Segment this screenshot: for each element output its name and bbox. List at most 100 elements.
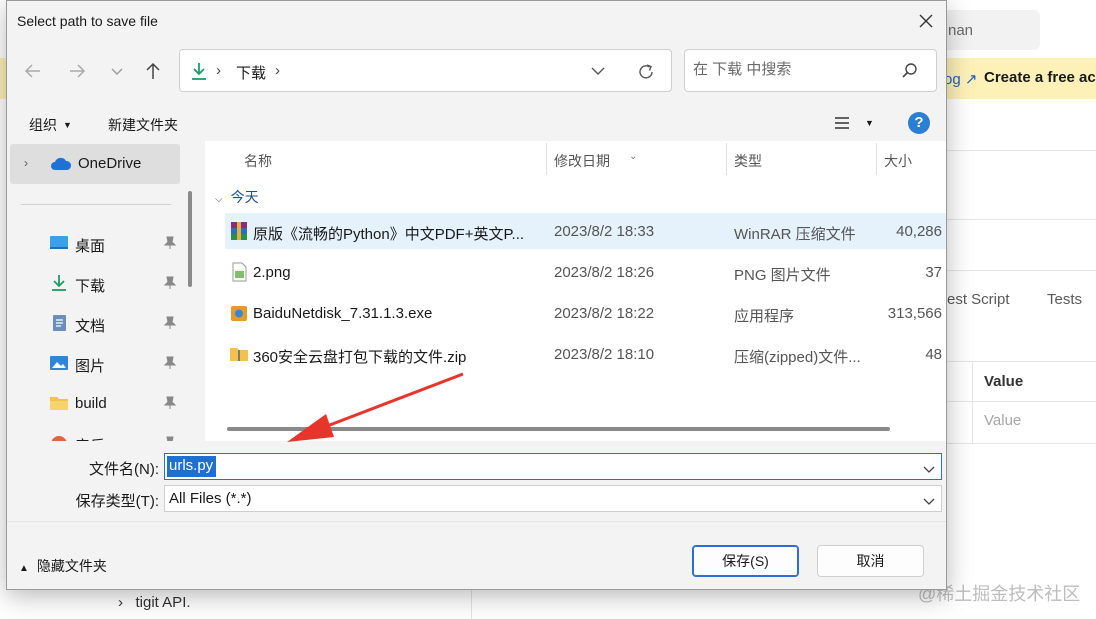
pin-icon (163, 276, 177, 295)
chevron-down-icon (923, 466, 935, 473)
chevron-down-icon: ⌵ (215, 194, 223, 205)
file-row[interactable]: 原版《流畅的Python》中文PDF+英文P... 2023/8/2 18:33… (225, 213, 946, 249)
organize-label: 组织 (29, 117, 57, 133)
onedrive-cloud-icon (50, 157, 72, 176)
nav-item-label: 下载 (75, 278, 106, 295)
refresh-icon (639, 64, 653, 79)
hide-folders-toggle[interactable]: ▲ 隐藏文件夹 (19, 556, 107, 576)
column-divider[interactable] (546, 143, 547, 175)
filetype-dropdown[interactable] (923, 493, 935, 511)
up-arrow-icon (146, 62, 160, 79)
background-divider (947, 150, 1096, 151)
background-column-divider (972, 362, 973, 444)
caret-down-icon[interactable]: ▼ (865, 118, 874, 128)
view-options-button[interactable] (833, 115, 851, 136)
folder-icon (49, 394, 69, 412)
file-row[interactable]: BaiduNetdisk_7.31.1.3.exe 2023/8/2 18:22… (225, 295, 946, 331)
column-headers: 名称 修改日期 ⌄ 类型 大小 (205, 141, 946, 177)
address-history-dropdown[interactable] (590, 64, 606, 83)
nav-item-label: 音乐 (75, 435, 105, 441)
filename-history-dropdown[interactable] (923, 461, 935, 479)
horizontal-scrollbar[interactable] (227, 427, 890, 431)
forward-arrow-icon (70, 64, 86, 78)
nav-item-label: build (75, 395, 107, 412)
close-icon (919, 14, 933, 28)
back-arrow-icon (24, 64, 40, 78)
nav-item-documents[interactable]: 文档 (7, 305, 187, 341)
column-divider[interactable] (726, 143, 727, 175)
dialog-title: Select path to save file (17, 13, 158, 29)
command-bar: 组织 ▼ 新建文件夹 ▼ ? (7, 101, 946, 141)
background-value-placeholder[interactable]: Value (984, 412, 1021, 429)
nav-item-label: 文档 (75, 318, 106, 335)
chevron-right-icon[interactable]: › (24, 156, 28, 170)
recent-locations-button[interactable] (105, 59, 129, 83)
cancel-button[interactable]: 取消 (817, 545, 924, 577)
help-icon[interactable]: ? (908, 112, 930, 134)
background-tab-tests[interactable]: Tests (1047, 291, 1082, 308)
nav-item-pictures[interactable]: 图片 (7, 345, 187, 381)
background-sidebar-item[interactable]: › tigit API. (118, 594, 191, 611)
list-view-icon (835, 117, 849, 129)
download-icon (49, 274, 69, 292)
column-header-date[interactable]: 修改日期 (554, 151, 610, 171)
column-header-name[interactable]: 名称 (244, 151, 272, 171)
organize-menu[interactable]: 组织 ▼ (29, 115, 72, 135)
file-name: 2.png (253, 264, 291, 281)
group-header-label: 今天 (230, 189, 259, 205)
exe-installer-icon (229, 303, 249, 323)
refresh-button[interactable] (636, 62, 656, 87)
close-button[interactable] (914, 9, 938, 33)
file-size: 40,286 (896, 223, 942, 240)
background-tab-test-script[interactable]: est Script (947, 291, 1010, 308)
pictures-icon (49, 354, 69, 372)
group-header-today[interactable]: ⌵ 今天 (215, 187, 259, 207)
column-divider[interactable] (876, 143, 877, 175)
background-banner-link[interactable]: og ↗ (944, 70, 977, 88)
file-type: 应用程序 (734, 308, 795, 325)
filename-input[interactable]: urls.py (167, 456, 217, 477)
breadcrumb-separator[interactable]: › (216, 62, 221, 79)
dialog-titlebar: Select path to save file (7, 1, 946, 39)
winrar-archive-icon (229, 221, 249, 241)
navigation-pane: › OneDrive 桌面 下载 文档 图片 build (7, 141, 199, 441)
search-icon[interactable] (901, 62, 919, 85)
breadcrumb-folder[interactable]: 下载 (236, 62, 266, 83)
png-file-icon (229, 262, 249, 282)
filename-field[interactable]: urls.py (164, 453, 942, 480)
column-header-type[interactable]: 类型 (734, 151, 762, 171)
file-date: 2023/8/2 18:26 (554, 264, 655, 281)
nav-item-music[interactable]: 音乐 (7, 425, 187, 441)
back-button[interactable] (21, 59, 45, 83)
address-bar[interactable]: › 下载 › (179, 49, 672, 92)
dialog-footer-divider (7, 521, 946, 522)
file-row[interactable]: 2.png 2023/8/2 18:26 PNG 图片文件 37 (225, 254, 946, 290)
desktop-icon (49, 234, 69, 252)
create-free-account-link[interactable]: Create a free ac (984, 69, 1096, 86)
file-size: 313,566 (887, 305, 942, 322)
nav-divider (21, 204, 171, 205)
forward-button[interactable] (65, 59, 89, 83)
background-divider (947, 361, 1096, 362)
caret-down-icon: ▼ (63, 120, 72, 130)
nav-item-build[interactable]: build (7, 385, 187, 421)
file-row[interactable]: 360安全云盘打包下载的文件.zip 2023/8/2 18:10 压缩(zip… (225, 336, 946, 372)
save-button[interactable]: 保存(S) (692, 545, 799, 577)
search-box[interactable] (684, 49, 937, 92)
chevron-down-icon (923, 498, 935, 505)
nav-item-desktop[interactable]: 桌面 (7, 225, 187, 261)
zip-folder-icon (229, 344, 249, 364)
up-button[interactable] (141, 59, 165, 83)
nav-scrollbar[interactable] (188, 191, 192, 287)
column-header-size[interactable]: 大小 (884, 151, 912, 171)
nav-item-onedrive[interactable]: › OneDrive (10, 144, 180, 184)
nav-item-downloads[interactable]: 下载 (7, 265, 187, 301)
pin-icon (163, 356, 177, 375)
file-size: 48 (925, 346, 942, 363)
filetype-select[interactable]: All Files (*.*) (164, 485, 942, 512)
new-folder-button[interactable]: 新建文件夹 (108, 115, 178, 135)
search-input[interactable] (693, 61, 893, 78)
breadcrumb-separator[interactable]: › (275, 62, 280, 79)
music-icon (49, 434, 69, 441)
file-date: 2023/8/2 18:33 (554, 223, 655, 240)
